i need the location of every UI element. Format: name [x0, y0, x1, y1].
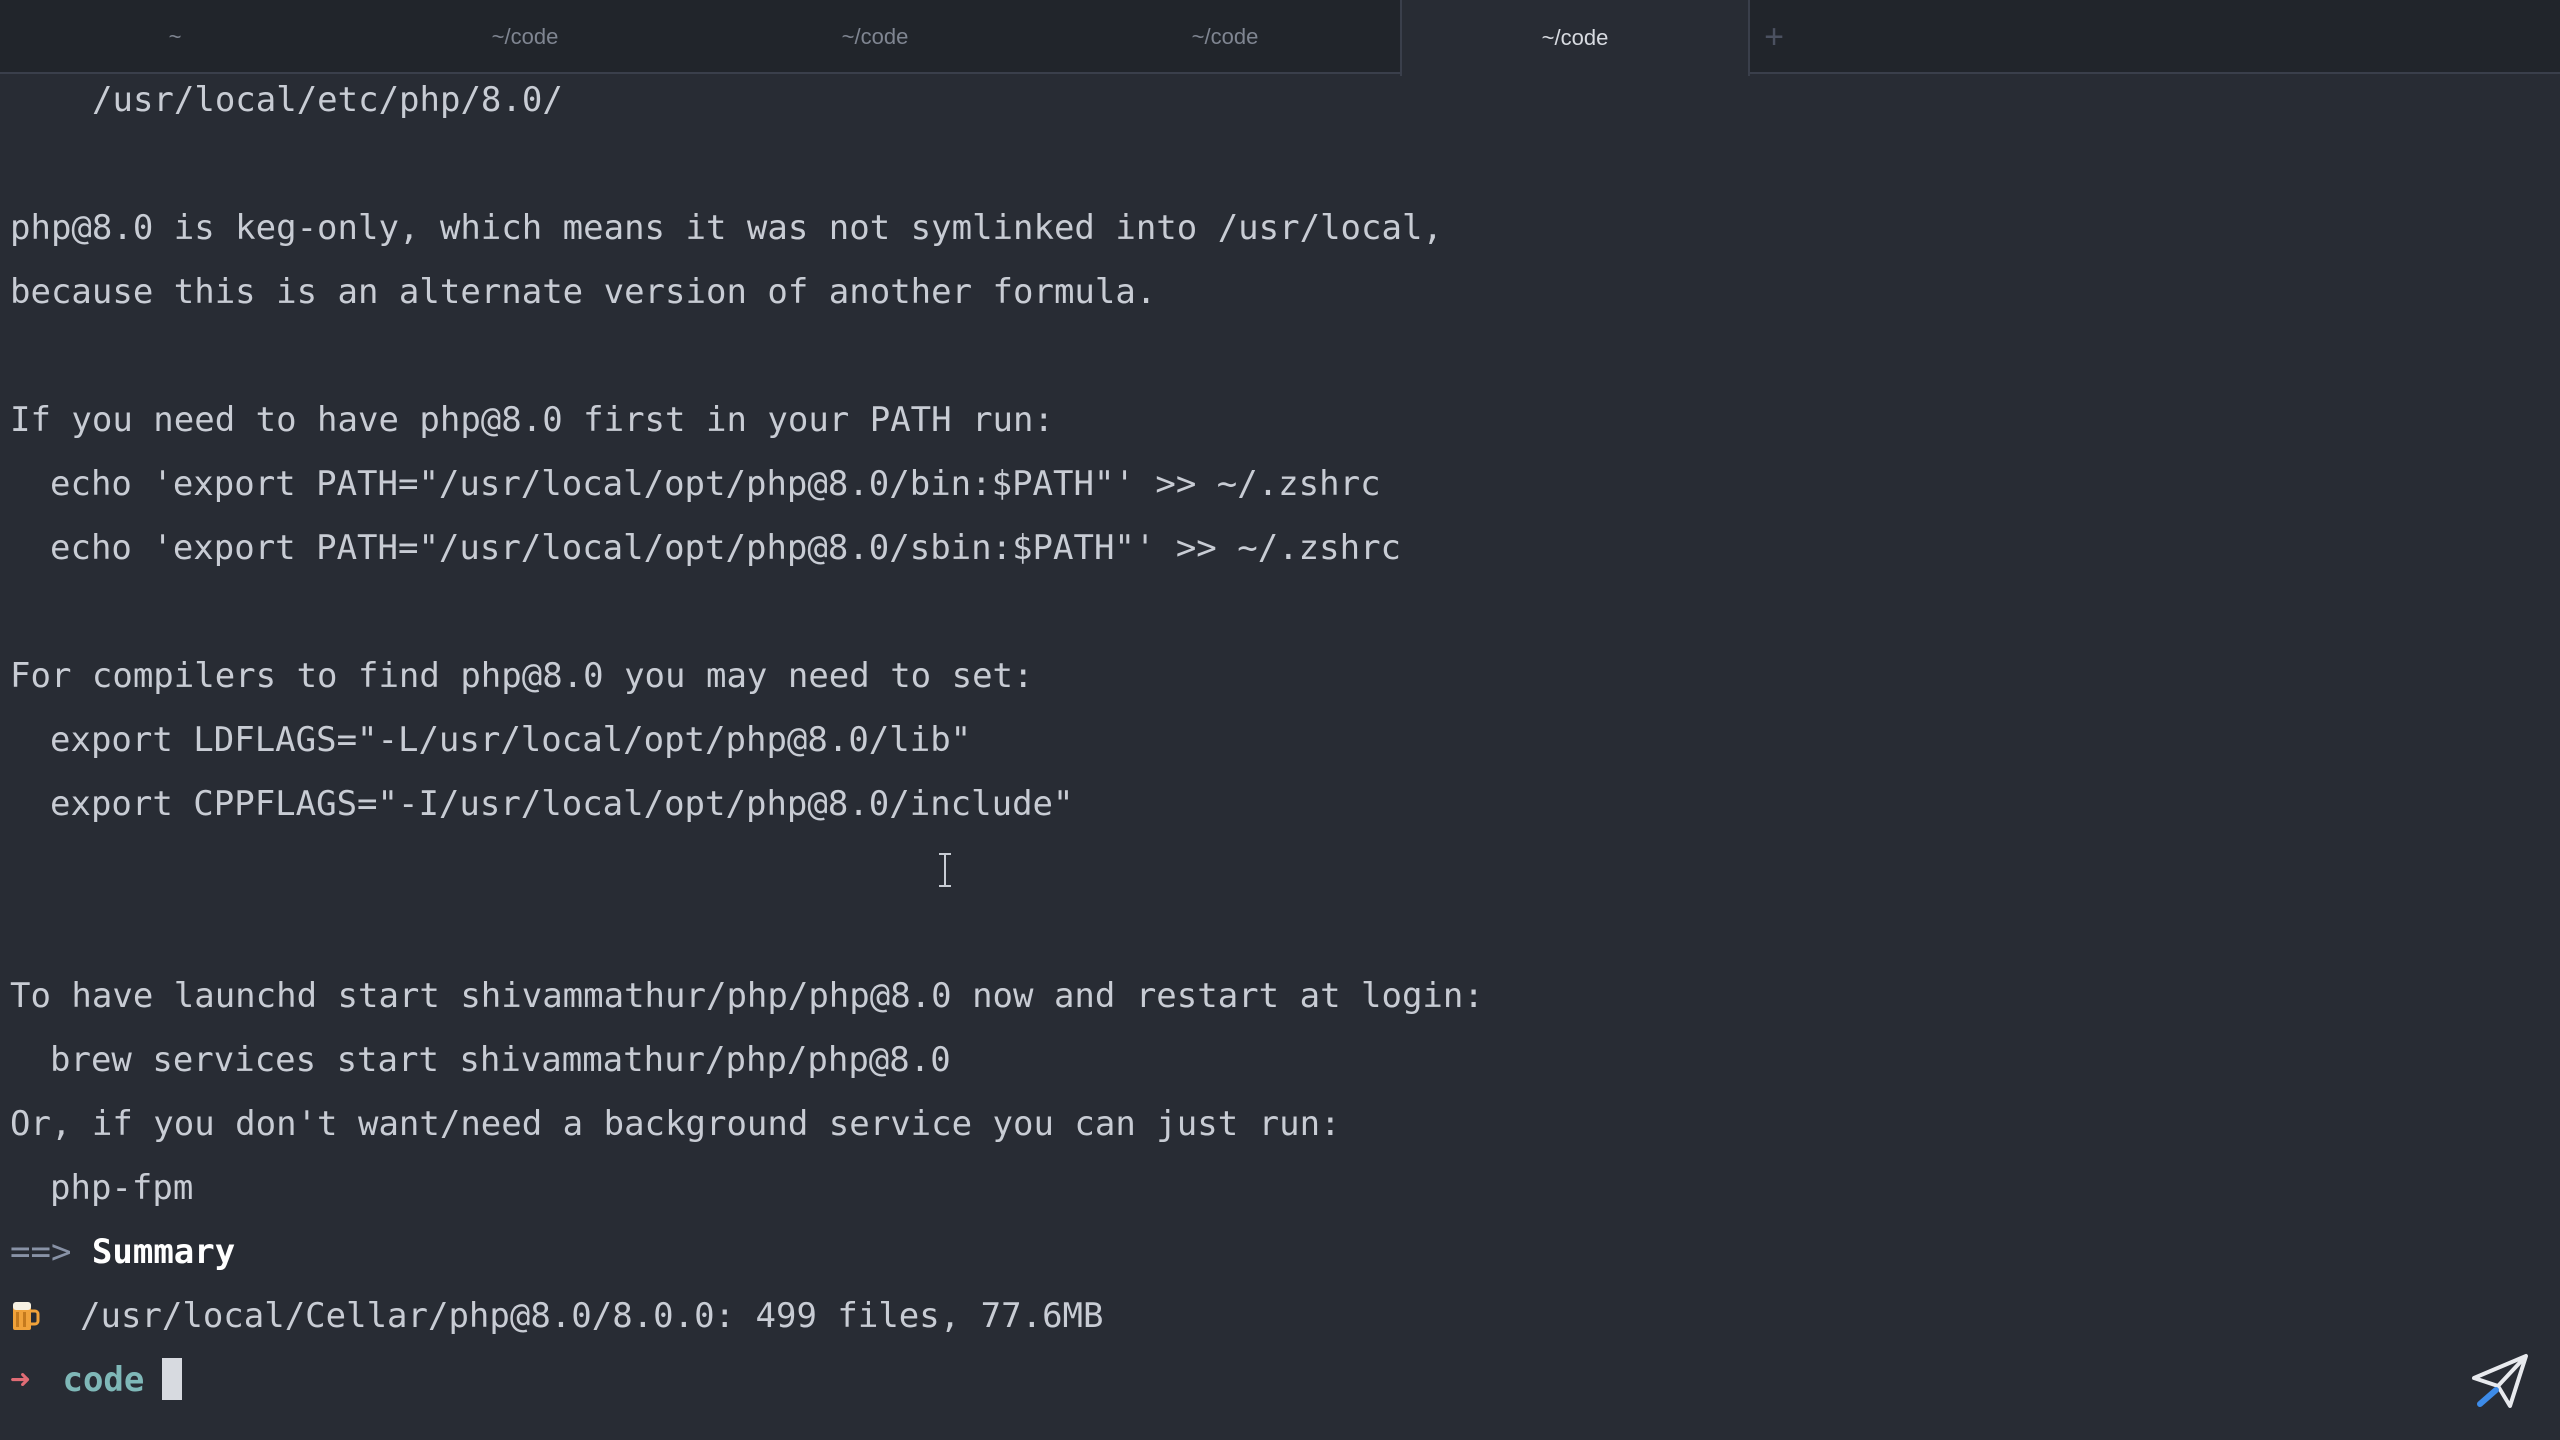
output-line: /usr/local/etc/php/8.0/: [92, 80, 563, 120]
output-line: export CPPFLAGS="-I/usr/local/opt/php@8.…: [50, 784, 1074, 824]
tab-home[interactable]: ~: [0, 0, 350, 74]
prompt-arrow-icon: ➜: [10, 1360, 31, 1400]
output-line: If you need to have php@8.0 first in you…: [10, 400, 1054, 440]
beer-mug-icon: [13, 1301, 40, 1330]
ibeam-cursor-icon: [939, 853, 951, 887]
tab-code-2[interactable]: ~/code: [700, 0, 1050, 74]
output-line: brew services start shivammathur/php/php…: [50, 1040, 951, 1080]
output-line: php@8.0 is keg-only, which means it was …: [10, 208, 1443, 248]
cellar-line: /usr/local/Cellar/php@8.0/8.0.0: 499 fil…: [10, 1284, 2510, 1348]
output-line: echo 'export PATH="/usr/local/opt/php@8.…: [50, 464, 1381, 504]
output-line: For compilers to find php@8.0 you may ne…: [10, 656, 1034, 696]
text-cursor: [162, 1357, 183, 1400]
output-line: echo 'export PATH="/usr/local/opt/php@8.…: [50, 528, 1402, 568]
paper-plane-icon[interactable]: [2470, 1352, 2530, 1410]
prompt-line[interactable]: ➜ code: [10, 1348, 2510, 1412]
new-tab-button[interactable]: +: [1752, 0, 1796, 74]
output-line: To have launchd start shivammathur/php/p…: [10, 976, 1484, 1016]
terminal-output[interactable]: /usr/local/etc/php/8.0/ php@8.0 is keg-o…: [10, 68, 2510, 1412]
tab-code-1[interactable]: ~/code: [350, 0, 700, 74]
output-line: because this is an alternate version of …: [10, 272, 1157, 312]
summary-line: ==> Summary: [10, 1220, 2510, 1284]
summary-arrow: ==>: [10, 1232, 72, 1272]
output-line: export LDFLAGS="-L/usr/local/opt/php@8.0…: [50, 720, 972, 760]
cellar-text: /usr/local/Cellar/php@8.0/8.0.0: 499 fil…: [80, 1296, 1104, 1336]
tab-code-3[interactable]: ~/code: [1050, 0, 1400, 74]
tab-bar: ~ ~/code ~/code ~/code ~/code +: [0, 0, 2560, 76]
tab-code-active[interactable]: ~/code: [1400, 0, 1750, 76]
summary-label: Summary: [91, 1232, 236, 1272]
output-line: Or, if you don't want/need a background …: [10, 1104, 1341, 1144]
output-line: php-fpm: [50, 1168, 194, 1208]
prompt-directory: code: [62, 1360, 145, 1400]
